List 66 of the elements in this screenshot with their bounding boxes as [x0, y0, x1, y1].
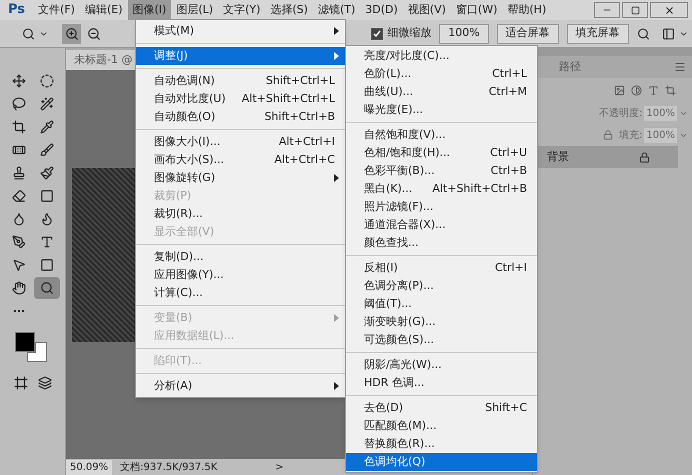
shortcut-text: Ctrl+M — [488, 84, 528, 100]
checkbox-label: 细微缩放 — [387, 25, 432, 42]
menu-item[interactable]: 应用图像(Y)... — [136, 266, 345, 284]
menu-item[interactable]: 图像大小(I)... Alt+Ctrl+I — [136, 133, 345, 151]
menu-item[interactable]: 可选颜色(S)... — [346, 331, 537, 349]
menu-bar-item[interactable]: 编辑(E) — [80, 0, 128, 20]
menu-item[interactable]: 颜色查找... — [346, 234, 537, 252]
menu-item[interactable]: 模式(M) — [136, 22, 345, 40]
shortcut-text: Alt+Ctrl+I — [278, 134, 336, 150]
shortcut-text: Shift+Ctrl+L — [266, 72, 336, 89]
menu-bar-item[interactable]: 图层(L) — [171, 0, 218, 20]
menu-item[interactable]: 阴影/高光(W)... — [346, 356, 537, 374]
shortcut-text: Ctrl+L — [492, 66, 528, 82]
menu-item[interactable]: 反相(I) Ctrl+I — [346, 259, 537, 277]
menu-bar-item[interactable]: 滤镜(T) — [312, 0, 360, 20]
menu-item[interactable]: 调整(J) — [136, 47, 345, 65]
menu-bar-item[interactable]: 文字(Y) — [218, 0, 266, 20]
shortcut-text: Alt+Ctrl+C — [274, 152, 336, 168]
zoom-level: 50.09% — [66, 460, 112, 474]
menu-item[interactable]: 自动颜色(O) Shift+Ctrl+B — [136, 108, 345, 126]
menu-item[interactable]: 色阶(L)... Ctrl+L — [346, 65, 537, 83]
menu-bar-item[interactable]: 文件(F) — [33, 0, 80, 20]
menu-bar-item[interactable]: 图像(I) — [128, 0, 172, 20]
shortcut-text: Ctrl+B — [490, 162, 528, 179]
menu-bar-item[interactable]: 3D(D) — [360, 0, 403, 20]
menu-item[interactable]: 匹配颜色(M)... — [346, 417, 537, 435]
menu-bar-item[interactable]: 窗口(W) — [450, 0, 502, 20]
shortcut-text: Shift+C — [485, 400, 528, 416]
opacity-label: 不透明度: — [599, 106, 642, 120]
menu-item[interactable]: 去色(D) Shift+C — [346, 399, 537, 417]
menu-item[interactable]: 自动对比度(U) Alt+Shift+Ctrl+L — [136, 90, 345, 108]
menu-item[interactable]: 曝光度(E)... — [346, 101, 537, 119]
option-button[interactable]: 100% — [439, 24, 489, 44]
menu-bar-item[interactable]: 选择(S) — [265, 0, 313, 20]
menu-item[interactable]: 黑白(K)... Alt+Shift+Ctrl+B — [346, 180, 537, 198]
menu-bar-item[interactable]: 视图(V) — [402, 0, 451, 20]
shortcut-text: Alt+Shift+Ctrl+B — [432, 180, 528, 197]
shortcut-text: Shift+Ctrl+B — [264, 108, 336, 125]
option-button[interactable]: 适合屏幕 — [496, 24, 559, 44]
menu-item[interactable]: 分析(A) — [136, 377, 345, 395]
menu-item[interactable]: 阈值(T)... — [346, 295, 537, 313]
menu-item[interactable]: 图像旋转(G) — [136, 169, 345, 187]
menu-item[interactable]: 自动色调(N) Shift+Ctrl+L — [136, 72, 345, 90]
status-arrow[interactable]: > — [275, 460, 284, 474]
menu-item[interactable]: 裁切(R)... — [136, 205, 345, 223]
menu-item[interactable]: 计算(C)... — [136, 284, 345, 302]
menu-item[interactable]: 亮度/对比度(C)... — [346, 47, 537, 65]
menu-item[interactable]: 色调分离(P)... — [346, 277, 537, 295]
menu-item[interactable]: 色调均化(Q) — [346, 453, 537, 471]
menu-item[interactable]: 自然饱和度(V)... — [346, 126, 537, 144]
menu-item[interactable]: HDR 色调... — [346, 374, 537, 392]
shortcut-text: Ctrl+I — [494, 260, 528, 276]
menu-item[interactable]: 画布大小(S)... Alt+Ctrl+C — [136, 151, 345, 169]
menu-bar-item[interactable]: 帮助(H) — [502, 0, 552, 20]
app-logo: Ps — [7, 1, 26, 20]
menu-item[interactable]: 替换颜色(R)... — [346, 435, 537, 453]
menu-item[interactable]: 通道混合器(X)... — [346, 216, 537, 234]
menu-item[interactable]: 渐变映射(G)... — [346, 313, 537, 331]
menu-item[interactable]: 照片滤镜(F)... — [346, 198, 537, 216]
document-size: 文档:937.5K/937.5K — [120, 460, 218, 474]
menu-item[interactable]: 复制(D)... — [136, 248, 345, 266]
shortcut-text: Ctrl+U — [490, 144, 528, 161]
menu-item[interactable]: 曲线(U)... Ctrl+M — [346, 83, 537, 101]
shortcut-text: Alt+Shift+Ctrl+L — [242, 90, 336, 107]
fill-label: 填充: — [619, 128, 642, 142]
option-button[interactable]: 填充屏幕 — [566, 24, 629, 44]
